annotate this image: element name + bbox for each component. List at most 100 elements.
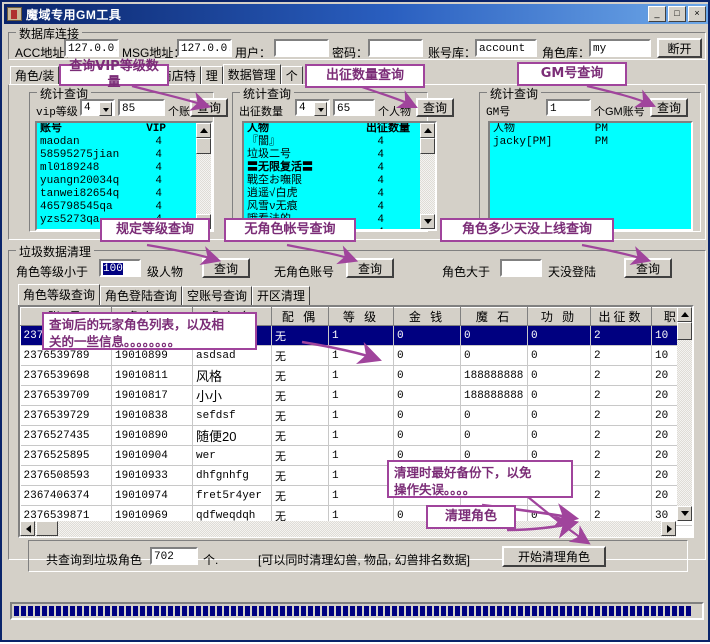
table-row[interactable]: 2376539698 19010811 风格 无 1 0 188888888 0… <box>21 366 695 386</box>
grid-horizontal-scrollbar[interactable] <box>20 521 676 537</box>
no-role-account-label: 无角色账号 <box>274 263 334 280</box>
tab-role-level-query[interactable]: 角色等级查询 <box>18 284 100 305</box>
cell-role-id: 19010838 <box>112 406 193 426</box>
col-money[interactable]: 金 钱 <box>394 308 461 326</box>
account-db-input[interactable]: account <box>475 39 537 57</box>
cell-money: 0 <box>394 366 461 386</box>
march-count-input[interactable]: 65 <box>333 99 375 116</box>
list-item[interactable]: jacky[PM]PM <box>490 136 691 149</box>
vip-level-label: vip等级 <box>36 103 78 119</box>
grid-vertical-scrollbar[interactable] <box>677 307 692 521</box>
list-item[interactable]: 58595275jian4 <box>37 149 211 162</box>
level-threshold-input[interactable]: 100 <box>99 259 141 277</box>
list-item[interactable]: yuangn20034q4 <box>37 175 211 188</box>
col-spouse[interactable]: 配 偶 <box>272 308 329 326</box>
gm-number-input[interactable]: 1 <box>546 99 591 116</box>
tab-data-management[interactable]: 数据管理 <box>223 64 281 85</box>
total-garbage-label: 共查询到垃圾角色 <box>46 551 142 568</box>
gm-query-button[interactable]: 查询 <box>650 98 688 117</box>
list-item[interactable]: ml01892484 <box>37 162 211 175</box>
scroll-down-icon[interactable] <box>677 506 692 521</box>
march-character-list[interactable]: 人物 出征数量 『闇』4 垃圾二号4 〓无限复活〓4 戰圶お嘸限4 逍遥√白虎4… <box>242 121 437 231</box>
list-item[interactable]: maodan4 <box>37 136 211 149</box>
scrollbar-thumb[interactable] <box>36 521 58 536</box>
vip-list-scrollbar[interactable] <box>196 123 211 229</box>
col-level[interactable]: 等 级 <box>329 308 394 326</box>
scroll-up-icon[interactable] <box>420 123 435 138</box>
annotation-vip-query: 查询VIP等级数量 <box>59 64 169 86</box>
table-row[interactable]: 2376525895 19010904 wer 无 1 0 0 0 2 20 <box>21 446 695 466</box>
scrollbar-thumb[interactable] <box>420 138 435 154</box>
cell-money: 0 <box>394 346 461 366</box>
list-item[interactable]: 『闇』4 <box>244 136 435 149</box>
vip-count-input[interactable]: 85 <box>118 99 165 116</box>
cell-account: 2376508593 <box>21 466 112 486</box>
vip-account-list[interactable]: 账号 VIP maodan4 58595275jian4 ml01892484 … <box>35 121 213 231</box>
scroll-right-icon[interactable] <box>661 521 676 536</box>
acc-address-input[interactable]: 127.0.0.1 <box>64 39 119 57</box>
list-item[interactable]: 戰圶お嘸限4 <box>244 175 435 188</box>
scroll-up-icon[interactable] <box>677 307 692 322</box>
table-row[interactable]: 2376527435 19010890 随便20 无 1 0 0 0 2 20 <box>21 426 695 446</box>
maximize-button[interactable]: □ <box>668 6 686 22</box>
list-item[interactable]: 风雪ν无痕4 <box>244 201 435 214</box>
disconnect-button[interactable]: 断开 <box>657 38 702 58</box>
start-cleanup-button[interactable]: 开始清理角色 <box>502 546 606 567</box>
col-magic-stone[interactable]: 魔 石 <box>461 308 528 326</box>
vip-query-button[interactable]: 查询 <box>190 98 228 117</box>
cell-account: 2376539698 <box>21 366 112 386</box>
list-item-name: 58595275jian <box>40 149 119 162</box>
gm-character-list[interactable]: 人物 PM jacky[PM]PM <box>488 121 693 231</box>
tab-open-area-cleanup[interactable]: 开区清理 <box>252 286 310 305</box>
cell-march-count: 2 <box>591 446 652 466</box>
march-list-scrollbar[interactable] <box>420 123 435 229</box>
table-row[interactable]: 2367406374 19010974 fret5r4yer 无 1 0 0 0… <box>21 486 695 506</box>
days-threshold-input[interactable] <box>500 259 542 277</box>
list-item[interactable]: 465798545qa4 <box>37 201 211 214</box>
tab-empty-account-query[interactable]: 空账号查询 <box>182 286 252 305</box>
days-query-button[interactable]: 查询 <box>624 258 672 278</box>
list-item[interactable]: 垃圾二号4 <box>244 149 435 162</box>
minimize-button[interactable]: _ <box>648 6 666 22</box>
scroll-left-icon[interactable] <box>20 521 35 536</box>
close-button[interactable]: × <box>688 6 706 22</box>
cell-role-name: 随便20 <box>193 426 272 446</box>
msg-address-input[interactable]: 127.0.0.1 <box>177 39 232 57</box>
march-count-combo[interactable]: 4 <box>295 99 330 116</box>
tab-more[interactable]: 个 <box>281 66 303 85</box>
cell-level: 1 <box>329 346 394 366</box>
scrollbar-thumb[interactable] <box>677 322 692 340</box>
gm-number-unit: 个GM账号 <box>594 103 645 119</box>
list-item[interactable]: 〓无限复活〓4 <box>244 162 435 175</box>
vip-level-combo[interactable]: 4 <box>80 99 115 116</box>
scrollbar-thumb[interactable] <box>196 138 211 154</box>
col-merit[interactable]: 功 勋 <box>528 308 591 326</box>
tab-manage[interactable]: 理 <box>201 66 223 85</box>
list-item[interactable]: 逍遥√白虎4 <box>244 188 435 201</box>
table-row[interactable]: 2376539709 19010817 小小 无 1 0 188888888 0… <box>21 386 695 406</box>
table-row[interactable]: 2376539729 19010838 sefdsf 无 1 0 0 0 2 2… <box>21 406 695 426</box>
user-input[interactable] <box>274 39 329 57</box>
scroll-up-icon[interactable] <box>196 123 211 138</box>
list-item-name: 风雪ν无痕 <box>247 201 298 214</box>
progress-bar-fill <box>12 604 702 618</box>
chevron-down-icon[interactable] <box>99 102 112 116</box>
annotation-no-role-query: 无角色帐号查询 <box>224 218 356 242</box>
tab-role-equip[interactable]: 角色/装 <box>10 66 59 85</box>
total-garbage-input[interactable]: 702 <box>150 547 198 565</box>
cell-magic-stone: 188888888 <box>461 366 528 386</box>
table-row[interactable]: 2376508593 19010933 dhfgnhfg 无 1 0 0 0 2… <box>21 466 695 486</box>
scroll-down-icon[interactable] <box>420 214 435 229</box>
tab-role-login-query[interactable]: 角色登陆查询 <box>100 286 182 305</box>
cell-spouse: 无 <box>272 486 329 506</box>
list-item[interactable]: tanwei82654q4 <box>37 188 211 201</box>
scrollbar-track[interactable] <box>677 322 692 506</box>
level-query-button[interactable]: 查询 <box>202 258 250 278</box>
march-query-button[interactable]: 查询 <box>416 98 454 117</box>
march-stats-caption: 统计查询 <box>240 85 294 102</box>
no-role-query-button[interactable]: 查询 <box>346 258 394 278</box>
col-march-count[interactable]: 出征数 <box>591 308 652 326</box>
chevron-down-icon[interactable] <box>314 102 327 116</box>
role-db-input[interactable]: my <box>589 39 651 57</box>
password-input[interactable] <box>368 39 423 57</box>
